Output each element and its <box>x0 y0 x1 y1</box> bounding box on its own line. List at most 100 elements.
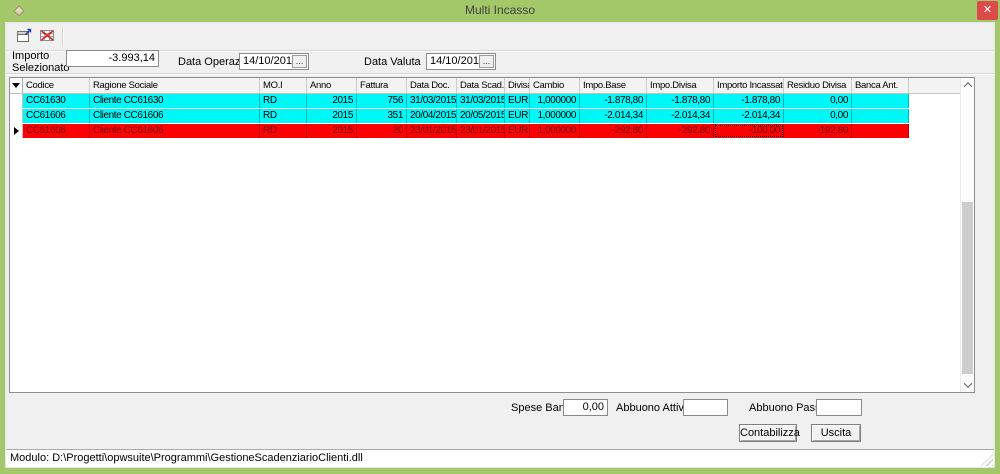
cell[interactable]: Cliente CC61606 <box>90 109 260 123</box>
cell[interactable]: RD <box>260 109 307 123</box>
cell[interactable]: 1,000000 <box>530 94 580 108</box>
column-header-11[interactable]: Importo Incassato <box>714 78 784 93</box>
cell[interactable]: -100,00 <box>714 124 784 138</box>
cell[interactable]: EUR <box>505 109 530 123</box>
cell[interactable] <box>852 94 909 108</box>
cell[interactable]: 31/03/2015 <box>407 94 457 108</box>
data-operazione-picker-button[interactable]: ... <box>292 55 307 68</box>
window-title: Multi Incasso <box>0 3 1000 17</box>
column-header-4[interactable]: Fattura <box>357 78 407 93</box>
client-area: Importo Selezionato -3.993,14 Data Opera… <box>5 22 995 468</box>
spese-banca-field[interactable]: 0,00 <box>563 399 608 416</box>
data-valuta-value: 14/10/2015 <box>430 55 485 67</box>
resize-grip-icon[interactable] <box>981 454 993 466</box>
scroll-up-button[interactable] <box>961 78 974 92</box>
column-header-9[interactable]: Impo.Base <box>580 78 647 93</box>
toolbar-separator <box>62 27 63 47</box>
chevron-up-icon <box>963 82 971 90</box>
cell[interactable]: 1,000000 <box>530 124 580 138</box>
cell[interactable]: CC61630 <box>23 94 90 108</box>
row-selector-header[interactable] <box>10 78 23 93</box>
data-operazione-value: 14/10/2015 <box>243 55 298 67</box>
column-header-7[interactable]: Divisa <box>505 78 530 93</box>
title-bar: Multi Incasso ✕ <box>0 0 1000 22</box>
vertical-scrollbar[interactable] <box>960 78 974 392</box>
column-header-2[interactable]: MO.I <box>260 78 307 93</box>
delete-grid-button[interactable] <box>37 28 57 46</box>
column-header-8[interactable]: Cambio <box>530 78 580 93</box>
column-header-5[interactable]: Data Doc. <box>407 78 457 93</box>
cell[interactable]: 1,000000 <box>530 109 580 123</box>
cell[interactable]: -1.878,80 <box>580 94 647 108</box>
table-row[interactable]: CC61630Cliente CC61630RD201575631/03/201… <box>10 94 960 109</box>
data-operazione-field[interactable]: 14/10/2015 ... <box>239 53 309 70</box>
cell[interactable]: -2.014,34 <box>580 109 647 123</box>
toolbar <box>6 23 994 51</box>
cell[interactable]: 23/01/2015 <box>457 124 505 138</box>
abbuono-attivo-label: Abbuono Attivo <box>616 403 690 414</box>
scroll-down-button[interactable] <box>961 378 974 392</box>
delete-grid-icon <box>39 28 56 46</box>
cell[interactable]: -1.878,80 <box>647 94 714 108</box>
column-header-10[interactable]: Impo.Divisa <box>647 78 714 93</box>
column-header-12[interactable]: Residuo Divisa <box>784 78 852 93</box>
chevron-down-icon <box>963 379 971 387</box>
cell[interactable]: 2015 <box>307 109 357 123</box>
importo-selezionato-field[interactable]: -3.993,14 <box>66 50 159 67</box>
fields-separator <box>6 73 994 75</box>
multi-incasso-window: Multi Incasso ✕ <box>0 0 1000 474</box>
cell[interactable]: Cliente CC61630 <box>90 94 260 108</box>
row-indicator <box>10 109 23 123</box>
cell[interactable]: EUR <box>505 94 530 108</box>
cell[interactable]: 20/04/2015 <box>407 109 457 123</box>
cell[interactable]: 351 <box>357 109 407 123</box>
cell[interactable]: Cliente CC61606 <box>90 124 260 138</box>
uscita-button[interactable]: Uscita <box>811 424 861 442</box>
cell[interactable]: 0,00 <box>784 109 852 123</box>
row-indicator <box>10 94 23 108</box>
cell[interactable]: -1.878,80 <box>714 94 784 108</box>
column-header-0[interactable]: Codice <box>23 78 90 93</box>
cell[interactable]: -292,80 <box>647 124 714 138</box>
cell[interactable]: 31/03/2015 <box>457 94 505 108</box>
data-valuta-picker-button[interactable]: ... <box>479 55 494 68</box>
cell[interactable]: RD <box>260 124 307 138</box>
cell[interactable]: 2015 <box>307 94 357 108</box>
column-header-3[interactable]: Anno <box>307 78 357 93</box>
cell[interactable]: -2.014,34 <box>647 109 714 123</box>
cell[interactable]: 20 <box>357 124 407 138</box>
cell[interactable]: CC61606 <box>23 109 90 123</box>
cell[interactable]: -2.014,34 <box>714 109 784 123</box>
status-module-text: Modulo: D:\Progetti\opwsuite\Programmi\G… <box>10 452 363 464</box>
cell[interactable]: CC61606 <box>23 124 90 138</box>
close-button[interactable]: ✕ <box>977 1 998 20</box>
cell[interactable]: 23/01/2015 <box>407 124 457 138</box>
cell[interactable]: 2015 <box>307 124 357 138</box>
cell[interactable]: 20/05/2015 <box>457 109 505 123</box>
importo-selezionato-label: Importo Selezionato <box>12 51 70 74</box>
filter-arrow-icon <box>12 83 20 88</box>
grid-header-row: CodiceRagione SocialeMO.IAnnoFatturaData… <box>10 78 960 94</box>
data-valuta-field[interactable]: 14/10/2015 ... <box>426 53 496 70</box>
table-row[interactable]: CC61606Cliente CC61606RD201535120/04/201… <box>10 109 960 124</box>
incassi-grid: CodiceRagione SocialeMO.IAnnoFatturaData… <box>9 77 975 393</box>
column-header-13[interactable]: Banca Ant. <box>852 78 909 93</box>
contabilizza-button[interactable]: Contabilizza <box>739 424 797 442</box>
status-bar: Modulo: D:\Progetti\opwsuite\Programmi\G… <box>6 449 994 467</box>
column-header-6[interactable]: Data Scad. <box>457 78 505 93</box>
cell[interactable]: 756 <box>357 94 407 108</box>
grid-body: CC61630Cliente CC61630RD201575631/03/201… <box>10 94 960 139</box>
scrollbar-thumb[interactable] <box>962 202 973 374</box>
cell[interactable]: RD <box>260 94 307 108</box>
cell[interactable]: -192,80 <box>784 124 852 138</box>
table-row[interactable]: CC61606Cliente CC61606RD20152023/01/2015… <box>10 124 960 139</box>
abbuono-attivo-field[interactable] <box>683 399 728 416</box>
cell[interactable]: EUR <box>505 124 530 138</box>
cell[interactable]: 0,00 <box>784 94 852 108</box>
open-form-button[interactable] <box>14 28 34 46</box>
cell[interactable] <box>852 109 909 123</box>
abbuono-passivo-field[interactable] <box>816 399 862 416</box>
cell[interactable] <box>852 124 909 138</box>
column-header-1[interactable]: Ragione Sociale <box>90 78 260 93</box>
cell[interactable]: -292,80 <box>580 124 647 138</box>
